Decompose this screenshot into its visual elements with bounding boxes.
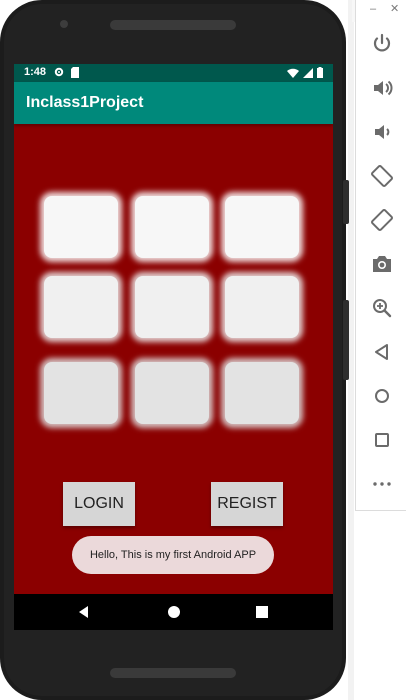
- toast-message: Hello, This is my first Android APP: [72, 536, 274, 574]
- more-icon[interactable]: [370, 472, 394, 496]
- nav-home-icon[interactable]: [166, 604, 182, 620]
- power-icon[interactable]: [370, 32, 394, 56]
- grid-tile-2-3[interactable]: [225, 276, 299, 338]
- grid-tile-3-3[interactable]: [225, 362, 299, 424]
- grid-tile-2-1[interactable]: [44, 276, 118, 338]
- close-window-icon[interactable]: ✕: [390, 4, 399, 15]
- emulator-toolbar: – ✕: [355, 0, 406, 511]
- back-triangle-icon[interactable]: [370, 340, 394, 364]
- grid-tile-3-2[interactable]: [135, 362, 209, 424]
- rotate-right-icon[interactable]: [370, 208, 394, 232]
- nav-recents-icon[interactable]: [254, 604, 270, 620]
- rotate-left-icon[interactable]: [370, 164, 394, 188]
- nav-back-icon[interactable]: [76, 604, 92, 620]
- camera-icon[interactable]: [370, 252, 394, 276]
- grid-tile-2-2[interactable]: [135, 276, 209, 338]
- earpiece-speaker: [110, 20, 236, 30]
- volume-down-icon[interactable]: [370, 120, 394, 144]
- power-side-button: [343, 180, 349, 224]
- login-button[interactable]: LOGIN: [63, 482, 135, 526]
- grid-tile-1-3[interactable]: [225, 196, 299, 258]
- grid-tile-1-2[interactable]: [135, 196, 209, 258]
- regist-button[interactable]: REGIST: [211, 482, 283, 526]
- overview-square-icon[interactable]: [370, 428, 394, 452]
- grid-tile-3-1[interactable]: [44, 362, 118, 424]
- volume-up-icon[interactable]: [370, 76, 394, 100]
- grid-tile-1-1[interactable]: [44, 196, 118, 258]
- home-circle-icon[interactable]: [370, 384, 394, 408]
- minimize-window-icon[interactable]: –: [370, 4, 376, 15]
- zoom-icon[interactable]: [370, 296, 394, 320]
- bottom-speaker: [110, 668, 236, 678]
- navigation-bar: [14, 594, 333, 630]
- volume-side-button: [343, 300, 349, 380]
- front-camera: [60, 20, 68, 28]
- phone-screen: 1:48 Inclass1Project LOGIN REGIST Hello,…: [14, 64, 333, 630]
- phone-frame: 1:48 Inclass1Project LOGIN REGIST Hello,…: [0, 0, 349, 700]
